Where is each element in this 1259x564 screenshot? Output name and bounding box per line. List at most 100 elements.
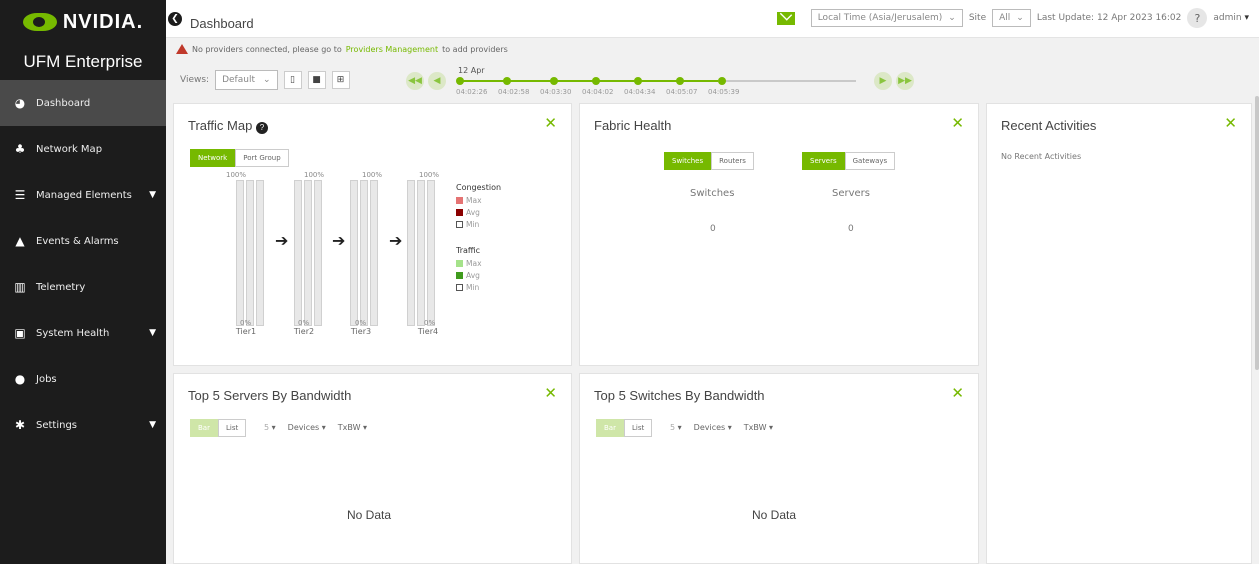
chevron-down-icon: ▼ (149, 420, 156, 430)
timeline-point[interactable] (550, 77, 558, 85)
sidebar-item-dashboard[interactable]: ◕ Dashboard (0, 80, 166, 126)
tier-label: Tier3 (350, 327, 372, 336)
arrow-right-icon: ➔ (332, 231, 346, 250)
site-label: Site (968, 13, 987, 23)
devices-dropdown[interactable]: Devices ▾ (288, 423, 326, 432)
timeline-point[interactable] (676, 77, 684, 85)
help-icon[interactable]: ? (1187, 8, 1208, 28)
caret-down-icon: ▾ (727, 423, 732, 432)
recent-activities-title: Recent Activities (1001, 118, 1097, 133)
sidebar-item-label: Network Map (36, 143, 103, 155)
views-label: Views: (180, 75, 210, 85)
timeline-point[interactable] (634, 77, 642, 85)
metric-value: TxBW (337, 423, 361, 432)
timeline-label: 04:02:58 (498, 88, 530, 96)
timeline-point[interactable] (718, 77, 726, 85)
caret-down-icon: ▾ (677, 423, 682, 432)
user-menu[interactable]: admin ▾ (1213, 13, 1249, 23)
page-title: Dashboard (190, 16, 254, 31)
tab-gateways[interactable]: Gateways (844, 152, 896, 170)
fabric-health-panel: Fabric Health ✕ Switches Routers Servers… (579, 103, 979, 366)
switches-label: Switches (690, 188, 735, 199)
sidebar-item-settings[interactable]: ✱ Settings ▼ (0, 402, 166, 448)
user-name: admin (1213, 13, 1242, 23)
timeline-label: 04:02:26 (456, 88, 488, 96)
tab-bar[interactable]: Bar (190, 419, 218, 437)
count-dropdown[interactable]: 5 ▾ (264, 423, 276, 432)
close-icon[interactable]: ✕ (951, 384, 964, 402)
top-servers-title: Top 5 Servers By Bandwidth (188, 388, 352, 403)
help-circle-icon[interactable]: ? (255, 122, 268, 134)
views-select[interactable]: Default ⌄ (215, 70, 278, 90)
mail-icon[interactable] (776, 11, 795, 25)
sidebar-item-label: Dashboard (36, 97, 91, 109)
tab-list[interactable]: List (623, 419, 653, 437)
sidebar-item-telemetry[interactable]: ▥ Telemetry (0, 264, 166, 310)
count-dropdown[interactable]: 5 ▾ (670, 423, 682, 432)
timeline-point[interactable] (456, 77, 464, 85)
close-icon[interactable]: ✕ (544, 114, 557, 132)
tab-network[interactable]: Network (190, 149, 236, 167)
devices-dropdown[interactable]: Devices ▾ (694, 423, 732, 432)
gear-icon: ✱ (14, 418, 26, 432)
timeline-point[interactable] (503, 77, 511, 85)
site-select[interactable]: All ⌄ (992, 9, 1031, 27)
tab-routers[interactable]: Routers (711, 152, 754, 170)
legend-congestion-title: Congestion (456, 183, 502, 192)
legend-item: Max (456, 196, 482, 205)
legend-label: Min (466, 220, 480, 229)
list-check-icon: ☰ (14, 188, 26, 202)
close-icon[interactable]: ✕ (1224, 114, 1237, 132)
timeline-label: 04:04:02 (582, 88, 614, 96)
sidebar-item-managed-elements[interactable]: ☰ Managed Elements ▼ (0, 172, 166, 218)
tab-bar[interactable]: Bar (596, 419, 624, 437)
providers-management-link[interactable]: Providers Management (346, 45, 438, 54)
metric-dropdown[interactable]: TxBW ▾ (744, 423, 773, 432)
step-back-icon[interactable]: ◀ (428, 72, 446, 90)
timeline-point[interactable] (592, 77, 600, 85)
recent-activities-empty: No Recent Activities (1001, 152, 1082, 161)
tier-top-pct: 100% (304, 171, 325, 179)
scrollbar[interactable] (1255, 96, 1259, 370)
chevron-down-icon: ⌄ (1016, 13, 1024, 23)
sidebar-item-network-map[interactable]: ♣ Network Map (0, 126, 166, 172)
tier-bar (370, 180, 378, 326)
legend-label: Max (466, 259, 482, 268)
close-icon[interactable]: ✕ (951, 114, 964, 132)
tab-switches[interactable]: Switches (664, 152, 712, 170)
sidebar-item-jobs[interactable]: ● Jobs (0, 356, 166, 402)
legend-swatch (456, 221, 463, 228)
sidebar-item-label: Managed Elements (36, 189, 132, 201)
timezone-select[interactable]: Local Time (Asia/Jerusalem) ⌄ (810, 9, 963, 27)
tab-port-group[interactable]: Port Group (235, 149, 289, 167)
warning-icon (176, 44, 188, 54)
tab-servers[interactable]: Servers (802, 152, 845, 170)
collapse-sidebar-icon[interactable]: ❮ (168, 11, 182, 26)
chevron-down-icon: ▾ (1244, 13, 1249, 23)
fast-forward-icon[interactable]: ▶▶ (896, 72, 914, 90)
tier-label: Tier4 (417, 327, 439, 336)
sidebar-item-system-health[interactable]: ▣ System Health ▼ (0, 310, 166, 356)
traffic-map-tabs: Network Port Group (190, 149, 289, 167)
tier-bar (350, 180, 358, 326)
metric-value: TxBW (743, 423, 767, 432)
warning-banner: No providers connected, please go to Pro… (176, 44, 508, 54)
rewind-icon[interactable]: ◀◀ (406, 72, 424, 90)
add-view-button[interactable]: ⊞ (331, 71, 350, 89)
tier-bar (236, 180, 244, 326)
folder-icon: ■ (312, 75, 321, 85)
open-view-button[interactable]: ■ (307, 71, 326, 89)
legend-label: Min (466, 283, 480, 292)
medical-kit-icon: ▣ (14, 326, 26, 340)
step-forward-icon[interactable]: ▶ (874, 72, 892, 90)
close-icon[interactable]: ✕ (544, 384, 557, 402)
metric-dropdown[interactable]: TxBW ▾ (338, 423, 367, 432)
sidebar-item-events-alarms[interactable]: ▲ Events & Alarms (0, 218, 166, 264)
top-servers-panel: Top 5 Servers By Bandwidth ✕ Bar List 5 … (173, 373, 572, 564)
arrow-right-icon: ➔ (389, 231, 403, 250)
tab-list[interactable]: List (217, 419, 247, 437)
tier-top-pct: 100% (419, 171, 440, 179)
delete-view-button[interactable]: ▯ (283, 71, 302, 89)
timeline-label: 04:05:39 (708, 88, 740, 96)
last-update: Last Update: 12 Apr 2023 16:02 (1036, 13, 1182, 23)
